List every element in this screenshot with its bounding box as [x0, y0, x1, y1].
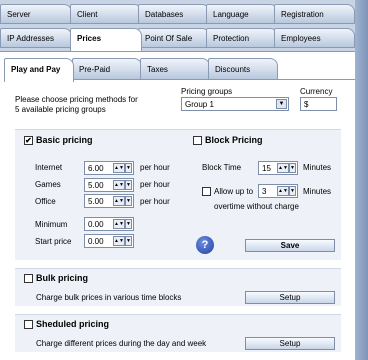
- spin-arrows-icon[interactable]: ▲▼: [113, 196, 125, 206]
- block-time-label: Block Time: [202, 163, 242, 172]
- overtime-unit: Minutes: [303, 187, 332, 196]
- minimum-label: Minimum: [35, 220, 68, 229]
- block-time-stepper[interactable]: 15 ▲▼ ▼: [258, 161, 298, 175]
- tab-protection[interactable]: Protection: [206, 28, 278, 48]
- minimum-value: 0.00: [88, 220, 104, 229]
- tab-client[interactable]: Client: [70, 4, 142, 24]
- tab-discounts[interactable]: Discounts: [208, 58, 278, 80]
- internet-price-stepper[interactable]: 6.00 ▲▼ ▼: [84, 161, 134, 175]
- scheduled-pricing-checkbox[interactable]: [24, 320, 33, 329]
- bulk-pricing-checkbox[interactable]: [24, 274, 33, 283]
- start-price-stepper[interactable]: 0.00 ▲▼ ▼: [84, 234, 134, 248]
- office-label: Office: [35, 197, 56, 206]
- chevron-down-icon[interactable]: ▼: [288, 163, 296, 173]
- tab-registration[interactable]: Registration: [274, 4, 355, 24]
- overtime-line-2: overtime without charge: [214, 202, 299, 211]
- pricing-groups-value: Group 1: [185, 100, 214, 109]
- pricing-groups-select[interactable]: Group 1 ▼: [181, 97, 289, 111]
- chevron-down-icon[interactable]: ▼: [124, 196, 132, 206]
- tab-server[interactable]: Server: [0, 4, 72, 24]
- start-price-value: 0.00: [88, 237, 104, 246]
- window-edge: [355, 0, 368, 360]
- tab-play-and-pay[interactable]: Play and Pay: [4, 58, 74, 82]
- tab-databases[interactable]: Databases: [138, 4, 210, 24]
- chevron-down-icon[interactable]: ▼: [124, 219, 132, 229]
- tab-ip-addresses[interactable]: IP Addresses: [0, 28, 72, 48]
- currency-input[interactable]: $: [300, 97, 337, 111]
- office-price-value: 5.00: [88, 197, 104, 206]
- basic-pricing-checkbox[interactable]: ✔: [24, 136, 33, 145]
- save-button[interactable]: Save: [245, 239, 335, 252]
- currency-label: Currency: [300, 87, 333, 96]
- tab-point-of-sale[interactable]: Point Of Sale: [138, 28, 210, 48]
- tab-employees[interactable]: Employees: [274, 28, 355, 48]
- start-price-label: Start price: [35, 237, 72, 246]
- spin-arrows-icon[interactable]: ▲▼: [113, 236, 125, 246]
- chevron-down-icon[interactable]: ▼: [288, 186, 296, 196]
- bulk-pricing-desc: Charge bulk prices in various time block…: [36, 293, 182, 302]
- tab-prices[interactable]: Prices: [70, 28, 142, 51]
- block-time-value: 15: [262, 164, 271, 173]
- chevron-down-icon[interactable]: ▼: [124, 236, 132, 246]
- bulk-pricing-title: Bulk pricing: [36, 273, 89, 283]
- allow-overtime-checkbox[interactable]: [202, 187, 211, 196]
- spin-arrows-icon[interactable]: ▲▼: [113, 219, 125, 229]
- basic-pricing-title: Basic pricing: [36, 135, 93, 145]
- internet-unit: per hour: [140, 163, 170, 172]
- help-icon[interactable]: ?: [196, 236, 214, 254]
- overtime-value: 3: [262, 187, 267, 196]
- currency-value: $: [304, 100, 309, 109]
- spin-arrows-icon[interactable]: ▲▼: [113, 180, 125, 190]
- office-unit: per hour: [140, 197, 170, 206]
- scheduled-pricing-desc: Charge different prices during the day a…: [36, 339, 207, 348]
- games-price-value: 5.00: [88, 181, 104, 190]
- pricing-groups-label: Pricing groups: [181, 87, 233, 96]
- block-pricing-checkbox[interactable]: [193, 136, 202, 145]
- spin-arrows-icon[interactable]: ▲▼: [113, 163, 125, 173]
- tab-taxes[interactable]: Taxes: [140, 58, 210, 80]
- scheduled-setup-button[interactable]: Setup: [245, 337, 335, 350]
- minimum-stepper[interactable]: 0.00 ▲▼ ▼: [84, 217, 134, 231]
- games-label: Games: [35, 180, 61, 189]
- chevron-down-icon[interactable]: ▼: [276, 99, 287, 109]
- intro-line-2: 5 available pricing groups: [15, 105, 106, 114]
- allow-up-to-label: Allow up to: [214, 187, 254, 196]
- overtime-stepper[interactable]: 3 ▲▼ ▼: [258, 184, 298, 198]
- games-price-stepper[interactable]: 5.00 ▲▼ ▼: [84, 178, 134, 192]
- chevron-down-icon[interactable]: ▼: [124, 163, 132, 173]
- games-unit: per hour: [140, 180, 170, 189]
- bulk-setup-button[interactable]: Setup: [245, 291, 335, 304]
- spin-arrows-icon[interactable]: ▲▼: [277, 163, 289, 173]
- intro-line-1: Please choose pricing methods for: [15, 95, 138, 104]
- internet-label: Internet: [35, 163, 63, 172]
- spin-arrows-icon[interactable]: ▲▼: [277, 186, 289, 196]
- chevron-down-icon[interactable]: ▼: [124, 180, 132, 190]
- scheduled-pricing-title: Sheduled pricing: [36, 319, 110, 329]
- internet-price-value: 6.00: [88, 164, 104, 173]
- office-price-stepper[interactable]: 5.00 ▲▼ ▼: [84, 194, 134, 208]
- block-pricing-title: Block Pricing: [205, 135, 263, 145]
- block-time-unit: Minutes: [303, 163, 332, 172]
- tab-pre-paid[interactable]: Pre-Paid: [72, 58, 142, 80]
- tab-language[interactable]: Language: [206, 4, 278, 24]
